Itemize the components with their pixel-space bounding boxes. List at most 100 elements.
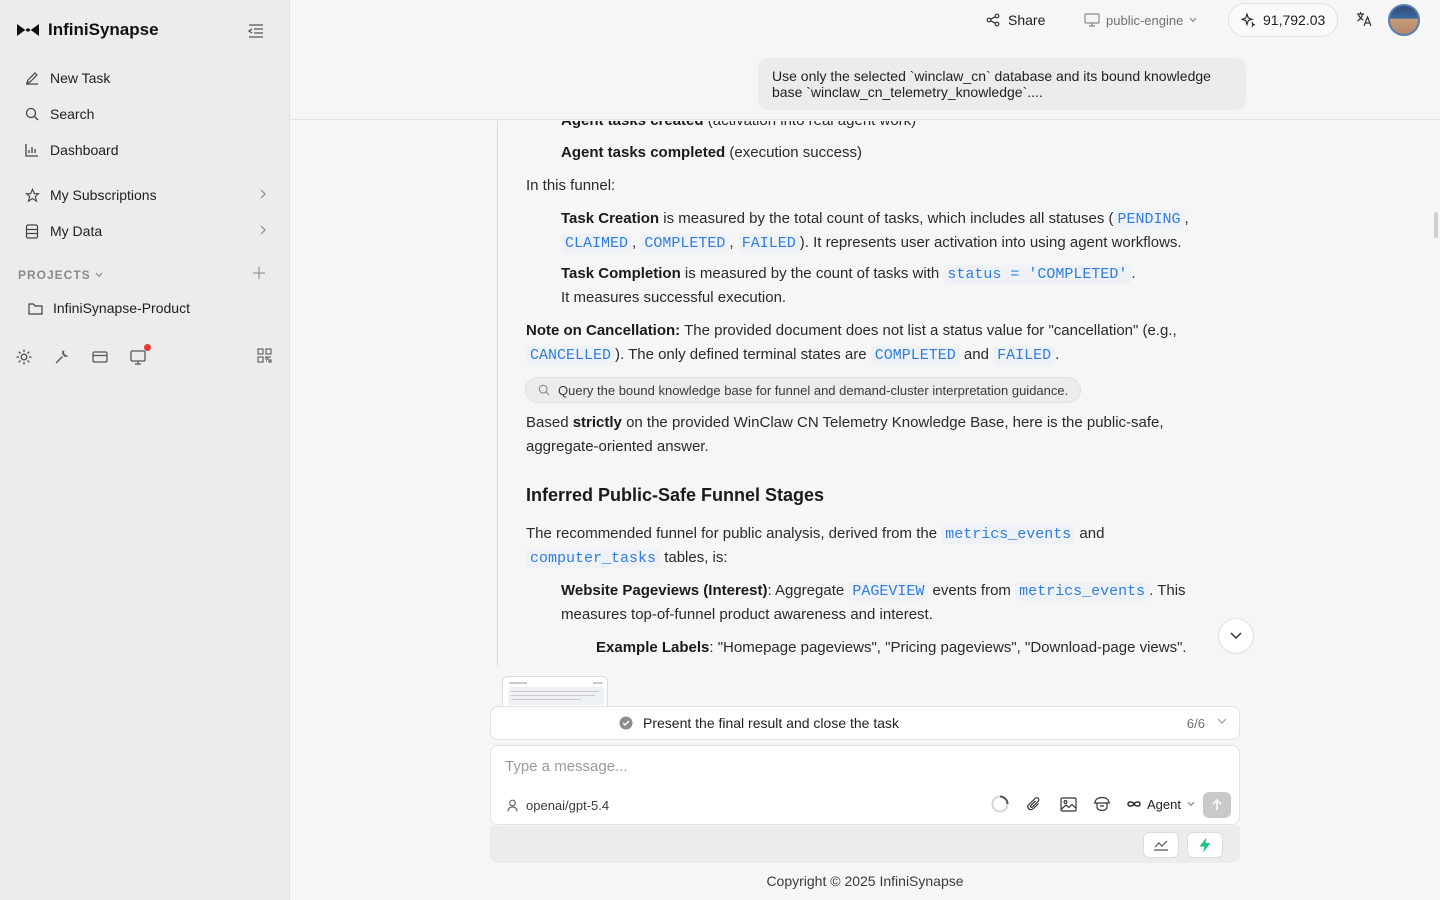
step-label: Present the final result and close the t… xyxy=(643,715,900,731)
loading-spinner-icon xyxy=(991,795,1009,813)
notification-dot xyxy=(144,344,151,351)
copyright-footer: Copyright © 2025 InfiniSynapse xyxy=(766,873,964,889)
nav-label: New Task xyxy=(50,70,111,86)
response-line: aggregate-oriented answer. xyxy=(526,438,709,455)
sidebar: InfiniSynapse New Task Search Dashboard … xyxy=(0,0,290,900)
chart-icon xyxy=(1153,839,1169,851)
add-project-icon[interactable] xyxy=(252,266,268,282)
scroll-down-button[interactable] xyxy=(1218,618,1254,654)
collapse-sidebar-icon[interactable] xyxy=(248,24,266,40)
response-line: CANCELLED). The only defined terminal st… xyxy=(526,343,1059,368)
quick-action-strip xyxy=(490,826,1240,863)
folder-icon xyxy=(28,302,43,315)
response-line: Example Labels: "Homepage pageviews", "P… xyxy=(596,639,1187,656)
response-line: measures top-of-funnel product awareness… xyxy=(561,606,933,623)
response-line: Task Completion is measured by the count… xyxy=(561,265,1136,284)
search-icon xyxy=(538,384,550,396)
attach-icon[interactable] xyxy=(1025,795,1043,813)
card-icon[interactable] xyxy=(91,348,109,366)
web-icon[interactable] xyxy=(1093,795,1111,813)
nav-label: My Data xyxy=(50,223,103,239)
response-line: CLAIMED, COMPLETED, FAILED). It represen… xyxy=(561,231,1182,256)
projects-label: PROJECTS xyxy=(18,268,91,282)
credits-value: 91,792.03 xyxy=(1263,12,1326,28)
engine-select[interactable]: public-engine xyxy=(1084,10,1197,30)
response-line: Website Pageviews (Interest): Aggregate … xyxy=(561,582,1186,601)
response-line: Based strictly on the provided WinClaw C… xyxy=(526,414,1164,431)
response-line: Agent tasks completed (execution success… xyxy=(561,144,862,161)
nav-new-task[interactable]: New Task xyxy=(16,62,274,94)
brand[interactable]: InfiniSynapse xyxy=(16,20,159,40)
lightning-icon xyxy=(1198,837,1212,853)
chart-mode-button[interactable] xyxy=(1143,832,1179,858)
brand-name: InfiniSynapse xyxy=(48,20,159,39)
user-icon xyxy=(507,799,518,812)
logo-icon xyxy=(16,22,40,38)
credits-badge[interactable]: 91,792.03 xyxy=(1228,3,1339,37)
project-label: InfiniSynapse-Product xyxy=(53,300,190,316)
task-step-bar[interactable]: Present the final result and close the t… xyxy=(490,706,1240,740)
pencil-icon xyxy=(24,70,40,86)
share-button[interactable]: Share xyxy=(986,10,1045,30)
response-line: Task Creation is measured by the total c… xyxy=(561,210,1189,229)
projects-toggle[interactable]: PROJECTS xyxy=(18,268,103,282)
share-label: Share xyxy=(1008,12,1046,28)
nav-my-data[interactable]: My Data xyxy=(16,215,274,247)
check-circle-icon xyxy=(619,716,633,730)
send-button[interactable] xyxy=(1203,792,1231,818)
response-line: It measures successful execution. xyxy=(561,289,787,306)
composer-tools: Agent xyxy=(991,795,1195,813)
translate-icon[interactable] xyxy=(1356,11,1374,29)
thread-line xyxy=(497,121,498,667)
nav-label: My Subscriptions xyxy=(50,187,157,203)
project-item[interactable]: InfiniSynapse-Product xyxy=(28,300,190,316)
scrollbar-thumb[interactable] xyxy=(1434,212,1438,238)
assistant-response: Agent tasks created (activation into rea… xyxy=(290,121,1440,667)
user-avatar[interactable] xyxy=(1388,4,1420,36)
nav-search[interactable]: Search xyxy=(16,98,274,130)
qr-code-icon[interactable] xyxy=(257,348,273,364)
chevron-right-icon xyxy=(260,225,266,235)
model-label: openai/gpt-5.4 xyxy=(526,798,610,813)
wrench-icon[interactable] xyxy=(53,348,71,366)
chevron-right-icon xyxy=(260,189,266,199)
chevron-down-icon xyxy=(95,272,103,278)
sidebar-footer-icons xyxy=(15,344,151,366)
top-bar: Share public-engine 91,792.03 Use only t… xyxy=(290,0,1440,120)
engine-label: public-engine xyxy=(1106,12,1184,28)
arrow-up-icon xyxy=(1212,799,1222,811)
agent-mode-select[interactable]: Agent xyxy=(1127,797,1195,812)
message-composer: openai/gpt-5.4 Agent xyxy=(490,745,1240,825)
server-icon xyxy=(1084,13,1100,27)
gear-icon[interactable] xyxy=(15,348,33,366)
agent-mode-label: Agent xyxy=(1147,796,1181,812)
monitor-icon[interactable] xyxy=(129,344,151,366)
chevron-down-icon xyxy=(1189,17,1197,23)
tool-call-label: Query the bound knowledge base for funne… xyxy=(558,382,1069,398)
tool-call-pill[interactable]: Query the bound knowledge base for funne… xyxy=(525,377,1082,403)
search-icon xyxy=(24,106,40,122)
section-heading: Inferred Public-Safe Funnel Stages xyxy=(526,485,825,505)
star-icon xyxy=(24,187,40,203)
message-input[interactable] xyxy=(505,754,1225,778)
chevron-down-icon xyxy=(1230,632,1242,640)
model-selector[interactable]: openai/gpt-5.4 xyxy=(507,798,609,813)
response-line: In this funnel: xyxy=(526,177,616,194)
step-count: 6/6 xyxy=(1186,715,1205,731)
response-line: Note on Cancellation: The provided docum… xyxy=(526,322,1177,339)
infinity-icon xyxy=(1127,800,1141,808)
chevron-down-icon xyxy=(1217,718,1227,724)
share-icon xyxy=(986,13,1000,27)
nav-dashboard[interactable]: Dashboard xyxy=(16,134,274,166)
sparkle-icon xyxy=(1241,13,1255,27)
fast-mode-button[interactable] xyxy=(1187,832,1223,858)
chevron-down-icon xyxy=(1187,801,1195,807)
database-icon xyxy=(24,223,40,239)
bar-chart-icon xyxy=(24,142,40,158)
nav-label: Search xyxy=(50,106,95,122)
image-icon[interactable] xyxy=(1059,795,1077,813)
nav-label: Dashboard xyxy=(50,142,119,158)
nav-my-subscriptions[interactable]: My Subscriptions xyxy=(16,179,274,211)
response-line: The recommended funnel for public analys… xyxy=(526,525,1105,544)
response-line: computer_tasks tables, is: xyxy=(526,546,728,571)
